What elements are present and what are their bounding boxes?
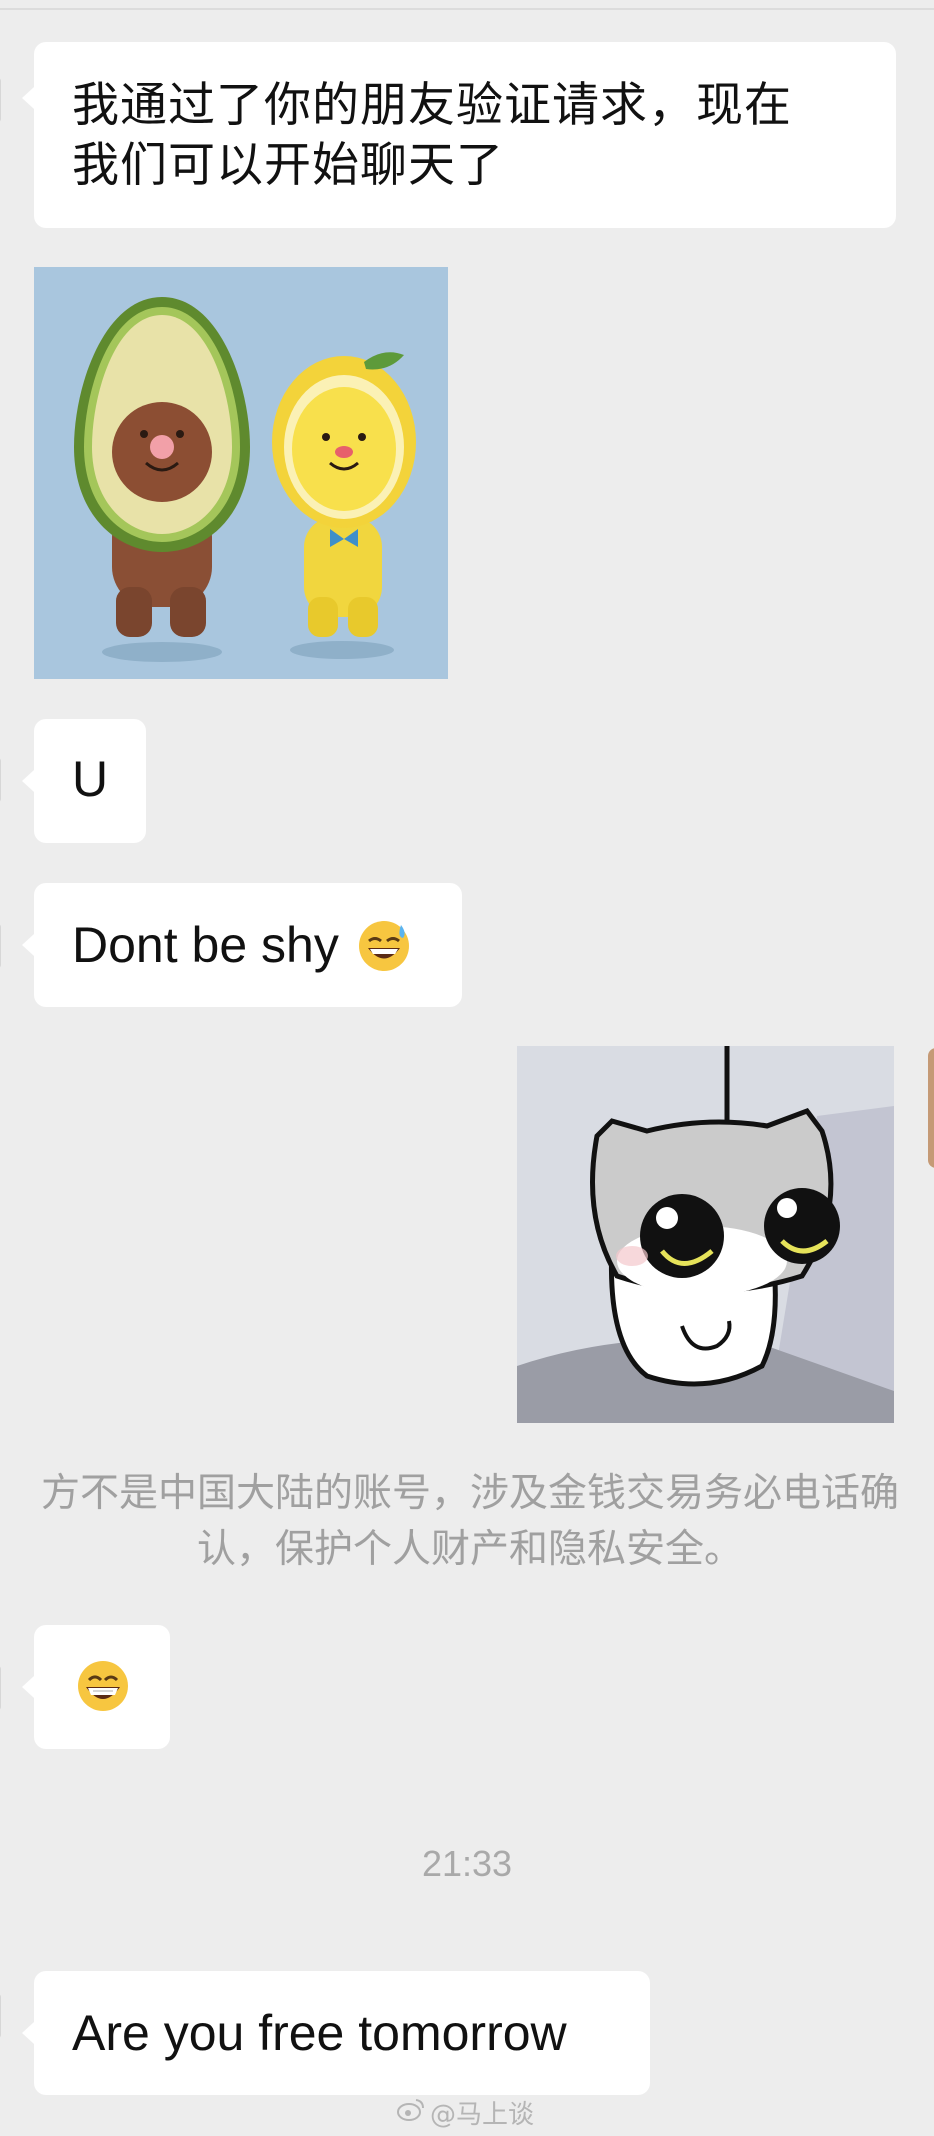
cat-sticker[interactable] xyxy=(517,1046,894,1423)
weibo-icon xyxy=(396,2096,426,2129)
avocado-lemon-sticker[interactable] xyxy=(34,267,448,679)
message-bubble-u[interactable]: U xyxy=(22,719,146,843)
contact-avatar-edge[interactable] xyxy=(0,78,1,122)
watermark-text: @马上谈 xyxy=(430,2100,535,2130)
contact-avatar-edge[interactable] xyxy=(0,758,1,802)
contact-avatar-edge[interactable] xyxy=(0,1666,1,1710)
self-avatar-edge[interactable] xyxy=(928,1048,934,1168)
contact-avatar-edge[interactable] xyxy=(0,924,1,968)
message-bubble-are-you-free[interactable]: Are you free tomorrow xyxy=(22,1971,650,2095)
message-text-line-2: 我们可以开始聊天了 xyxy=(72,138,504,193)
weibo-watermark: @马上谈 xyxy=(396,2094,534,2131)
system-security-notice: 方不是中国大陆的账号，涉及金钱交易务必电话确 认，保护个人财产和隐私安全。 xyxy=(0,1466,934,1578)
notice-line-2: 认，保护个人财产和隐私安全。 xyxy=(196,1527,743,1572)
message-text: U xyxy=(72,751,109,807)
message-text: Are you free tomorrow xyxy=(72,2005,567,2061)
message-text-line-1: 我通过了你的朋友验证请求，现在 xyxy=(72,78,792,133)
message-text: Dont be shy xyxy=(72,917,339,973)
contact-avatar-edge[interactable] xyxy=(0,1994,1,2038)
gray-cat-illustration xyxy=(517,1046,894,1423)
top-divider xyxy=(0,8,934,10)
notice-line-1: 方不是中国大陆的账号，涉及金钱交易务必电话确 xyxy=(40,1471,899,1516)
message-timestamp: 21:33 xyxy=(421,1843,513,1884)
chat-screen: 我通过了你的朋友验证请求，现在 我们可以开始聊天了 U Dont be shy … xyxy=(0,0,934,2136)
message-bubble-grin-emoji[interactable] xyxy=(22,1625,170,1749)
avocado-lemon-illustration xyxy=(34,267,448,679)
grinning-sweat-emoji-icon xyxy=(357,919,411,977)
message-bubble-dont-be-shy[interactable]: Dont be shy xyxy=(22,883,462,1007)
grinning-face-emoji-icon xyxy=(76,1659,130,1717)
message-bubble-greeting[interactable]: 我通过了你的朋友验证请求，现在 我们可以开始聊天了 xyxy=(22,42,896,228)
